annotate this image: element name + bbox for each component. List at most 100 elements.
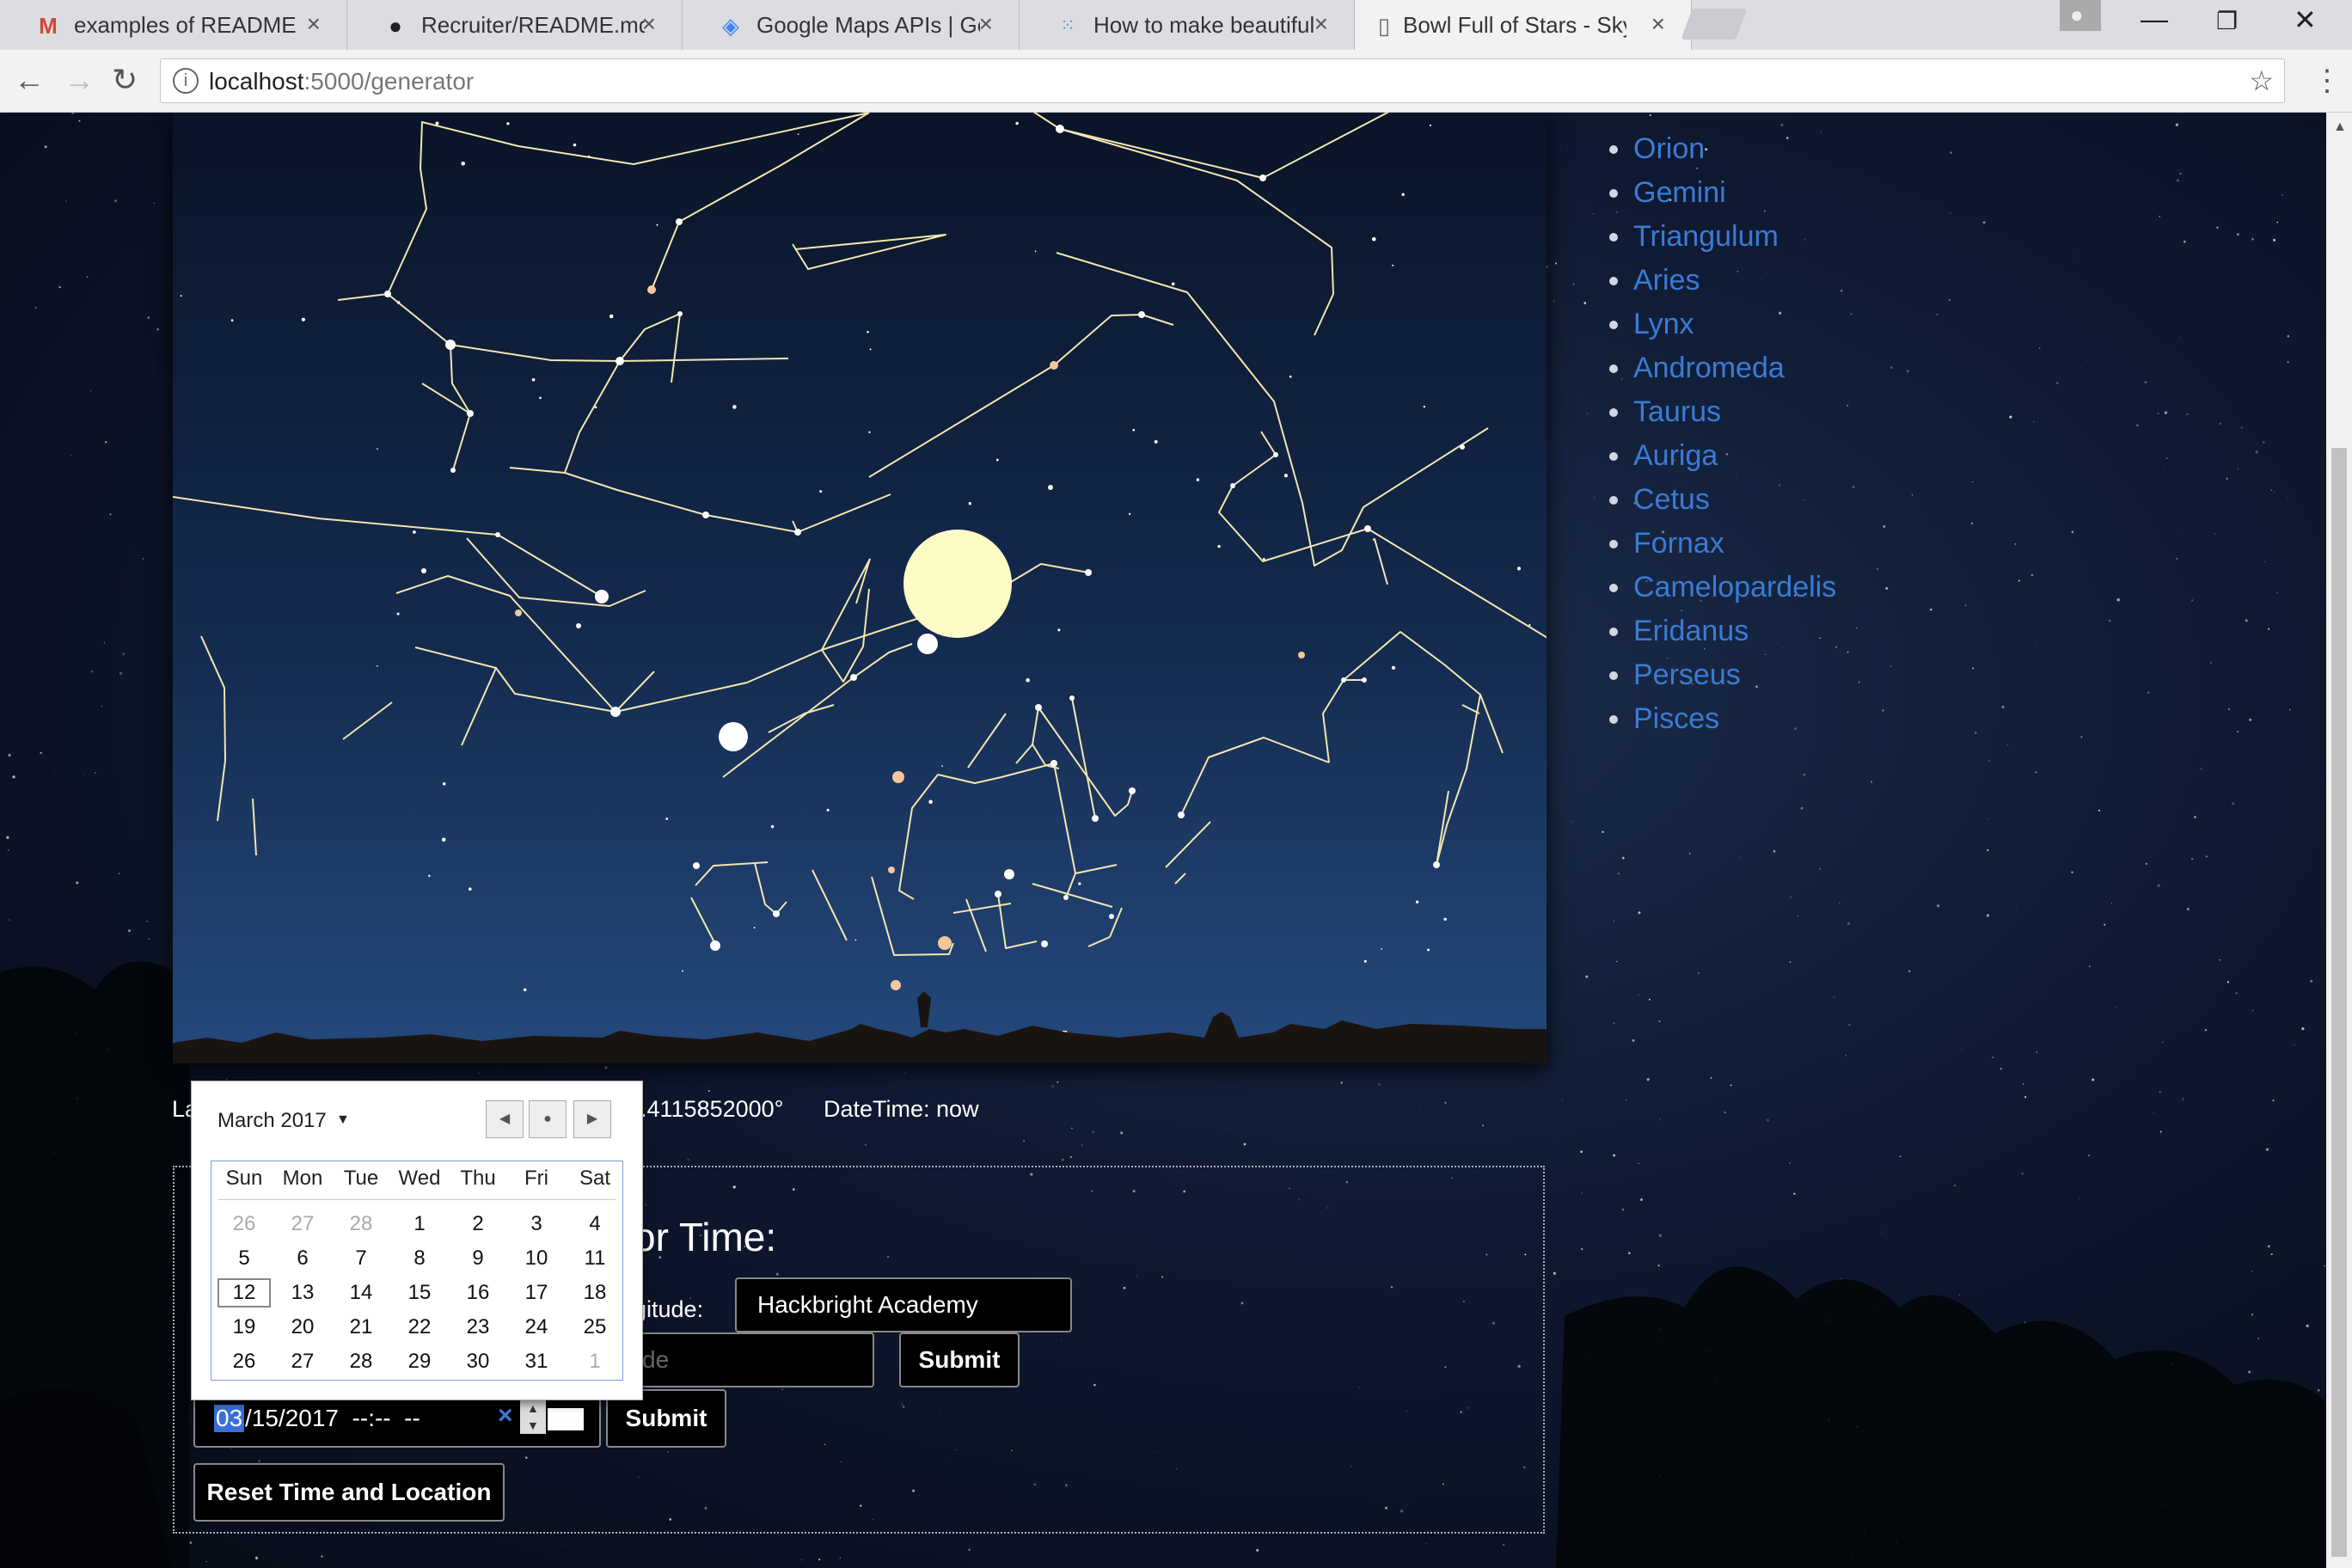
calendar-day[interactable]: 4 (568, 1210, 622, 1239)
constellation-link[interactable]: Eridanus (1633, 615, 1749, 647)
constellation-link[interactable]: Camelopardelis (1633, 571, 1836, 603)
chevron-down-icon[interactable]: ▼ (336, 1112, 350, 1128)
profile-button[interactable]: ● (2060, 0, 2101, 31)
calendar-day[interactable]: 9 (451, 1244, 505, 1273)
minimize-icon[interactable]: — (2141, 3, 2168, 35)
calendar-day[interactable]: 7 (334, 1244, 388, 1273)
calendar-day[interactable]: 20 (276, 1313, 329, 1342)
sky-star (1429, 124, 1431, 126)
place-input[interactable]: Hackbright Academy (735, 1277, 1072, 1332)
sky-map[interactable] (173, 113, 1547, 1063)
sky-star (523, 988, 527, 992)
vertical-scrollbar[interactable]: ▲ (2326, 113, 2352, 1568)
close-icon[interactable]: × (1651, 10, 1665, 38)
constellation-link[interactable]: Aries (1633, 264, 1700, 297)
calendar-day[interactable]: 29 (393, 1347, 446, 1376)
spinner-control[interactable]: ▲ ▼ (520, 1400, 546, 1434)
window-close-icon[interactable]: ✕ (2294, 3, 2317, 36)
constellation-link[interactable]: Auriga (1633, 439, 1718, 472)
constellation-link[interactable]: Lynx (1633, 308, 1694, 340)
calendar-day[interactable]: 17 (510, 1278, 563, 1308)
calendar-day[interactable]: 11 (568, 1244, 622, 1273)
calendar-day[interactable]: 3 (510, 1210, 563, 1239)
planet (719, 722, 748, 751)
constellation-link[interactable]: Fornax (1633, 527, 1724, 560)
calendar-day[interactable]: 18 (568, 1278, 622, 1308)
calendar-day[interactable]: 22 (393, 1313, 446, 1342)
calendar-day[interactable]: 19 (217, 1313, 271, 1342)
constellation-link[interactable]: Orion (1633, 132, 1705, 165)
close-icon[interactable]: × (979, 10, 993, 38)
previous-month-button[interactable]: ◀ (486, 1100, 524, 1138)
sky-star (1015, 121, 1019, 126)
month-selector[interactable]: March 2017 (217, 1109, 327, 1133)
calendar-day[interactable]: 24 (510, 1313, 563, 1342)
spin-up-icon[interactable]: ▲ (527, 1401, 539, 1415)
tab-gmail[interactable]: M examples of README for × (0, 0, 347, 50)
calendar-day[interactable]: 15 (393, 1278, 446, 1308)
sky-star (682, 970, 684, 972)
calendar-day[interactable]: 28 (334, 1210, 388, 1239)
tab-google-maps[interactable]: ◈ Google Maps APIs | Goo × (683, 0, 1020, 50)
calendar-day[interactable]: 14 (334, 1278, 388, 1308)
scroll-up-icon[interactable]: ▲ (2333, 119, 2347, 135)
close-icon[interactable]: × (1314, 10, 1328, 38)
constellation-link[interactable]: Gemini (1633, 176, 1726, 209)
constellation-link[interactable]: Cetus (1633, 483, 1710, 516)
calendar-day[interactable]: 13 (276, 1278, 329, 1308)
tab-beautiful[interactable]: ⁙ How to make beautiful G × (1020, 0, 1355, 50)
forward-icon[interactable]: → (64, 62, 95, 98)
calendar-day[interactable]: 8 (393, 1244, 446, 1273)
calendar-day[interactable]: 27 (276, 1210, 329, 1239)
back-icon[interactable]: ← (14, 62, 45, 98)
address-bar[interactable]: i localhost:5000/generator ☆ (160, 58, 2285, 103)
calendar-dropdown-button[interactable] (548, 1408, 584, 1430)
menu-icon[interactable]: ⋮ (2312, 64, 2342, 98)
calendar-day[interactable]: 26 (217, 1210, 271, 1239)
calendar-day[interactable]: 21 (334, 1313, 388, 1342)
calendar-day[interactable]: 1 (568, 1347, 622, 1376)
restore-icon[interactable]: ❐ (2216, 7, 2238, 35)
calendar-day[interactable]: 23 (451, 1313, 505, 1342)
calendar-day[interactable]: 6 (276, 1244, 329, 1273)
calendar-day[interactable]: 10 (510, 1244, 563, 1273)
constellation-link[interactable]: Andromeda (1633, 352, 1785, 384)
calendar-day[interactable]: 28 (334, 1347, 388, 1376)
latitude-input[interactable]: de (634, 1332, 874, 1387)
close-icon[interactable]: × (642, 10, 656, 38)
clear-icon[interactable]: × (498, 1401, 513, 1430)
date-month-segment[interactable]: 03 (214, 1405, 245, 1432)
constellation-star (1092, 815, 1099, 822)
calendar-day[interactable]: 12 (217, 1278, 271, 1308)
constellation-star (1041, 940, 1048, 947)
close-icon[interactable]: × (307, 10, 321, 38)
tab-github[interactable]: ● Recruiter/README.md at × (347, 0, 683, 50)
calendar-day[interactable]: 25 (568, 1313, 622, 1342)
spin-down-icon[interactable]: ▼ (527, 1418, 539, 1432)
next-month-button[interactable]: ▶ (573, 1100, 611, 1138)
scrollbar-thumb[interactable] (2331, 448, 2347, 1557)
calendar-day[interactable]: 16 (451, 1278, 505, 1308)
calendar-day[interactable]: 5 (217, 1244, 271, 1273)
new-tab-button[interactable] (1681, 9, 1748, 40)
calendar-day[interactable]: 1 (393, 1210, 446, 1239)
constellation-star (1341, 677, 1346, 683)
calendar-day[interactable]: 2 (451, 1210, 505, 1239)
constellation-link[interactable]: Pisces (1633, 702, 1719, 735)
calendar-day[interactable]: 30 (451, 1347, 505, 1376)
date-rest-segment[interactable]: /15/2017 --:-- -- (245, 1405, 420, 1432)
constellation-link[interactable]: Perseus (1633, 658, 1741, 691)
calendar-day[interactable]: 26 (217, 1347, 271, 1376)
constellation-star (995, 891, 1001, 897)
tab-bowl-full-of-stars[interactable]: ▯ Bowl Full of Stars - Sky × (1355, 0, 1692, 50)
reload-icon[interactable]: ↻ (112, 62, 138, 98)
info-icon[interactable]: i (173, 68, 199, 94)
bookmark-star-icon[interactable]: ☆ (2249, 64, 2274, 97)
calendar-day[interactable]: 27 (276, 1347, 329, 1376)
constellation-link[interactable]: Taurus (1633, 395, 1721, 428)
constellation-link[interactable]: Triangulum (1633, 220, 1779, 253)
today-button[interactable]: ● (529, 1100, 567, 1138)
submit-location-button[interactable]: Submit (899, 1332, 1020, 1387)
calendar-day[interactable]: 31 (510, 1347, 563, 1376)
reset-button[interactable]: Reset Time and Location (193, 1463, 505, 1522)
